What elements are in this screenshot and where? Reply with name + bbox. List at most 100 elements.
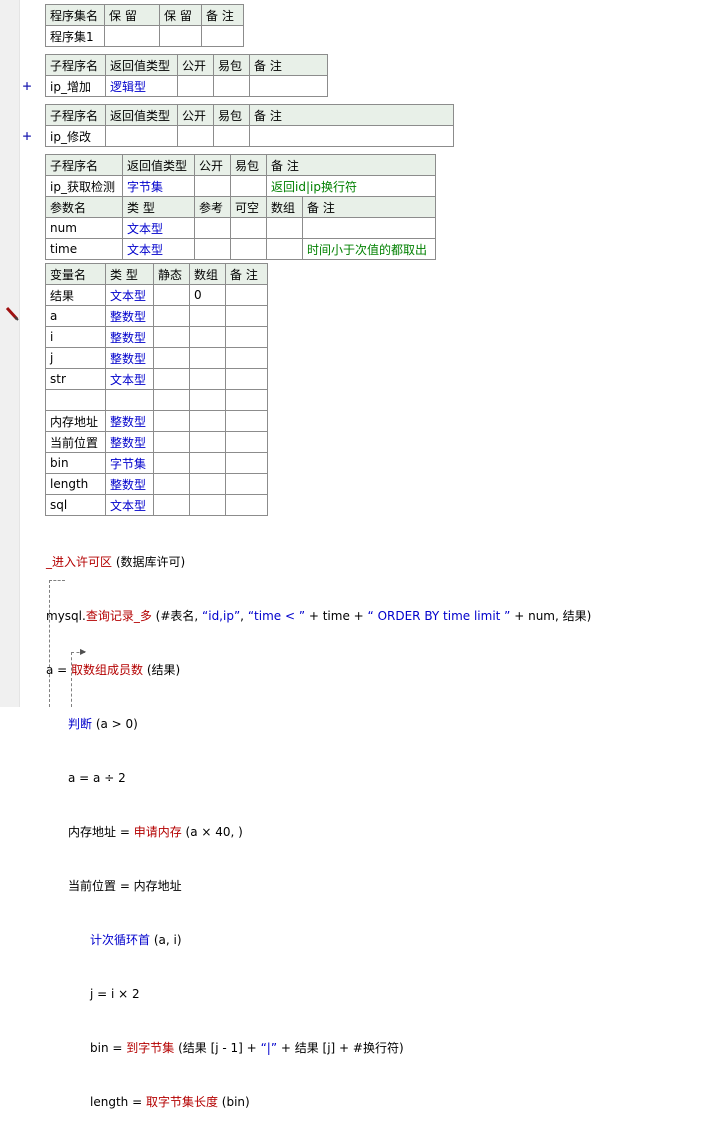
variable-type-cell[interactable]: 文本型: [105, 368, 154, 390]
variable-type-cell[interactable]: 整数型: [105, 473, 154, 495]
variable-row[interactable]: sql 文本型: [45, 494, 268, 516]
cell[interactable]: [201, 25, 244, 47]
cell[interactable]: [153, 326, 190, 348]
cell[interactable]: [189, 305, 226, 327]
sub-name-cell[interactable]: ip_增加: [45, 75, 106, 97]
cell[interactable]: [153, 305, 190, 327]
variable-row[interactable]: [45, 389, 268, 411]
param-name-cell[interactable]: time: [45, 238, 123, 260]
param-type-cell[interactable]: 文本型: [122, 238, 195, 260]
assembly-name-cell[interactable]: 程序集1: [45, 25, 105, 47]
cell[interactable]: [225, 494, 268, 516]
sub-name-cell[interactable]: ip_获取检测: [45, 175, 123, 197]
code-line[interactable]: _进入许可区 (数据库许可): [46, 553, 591, 571]
cell[interactable]: [225, 431, 268, 453]
cell[interactable]: [213, 75, 250, 97]
return-type-cell[interactable]: 逻辑型: [105, 75, 178, 97]
code-line[interactable]: mysql.查询记录_多 (#表名, “id,ip”, “time < ” + …: [46, 607, 591, 625]
code-line[interactable]: 内存地址 = 申请内存 (a × 40, ): [46, 823, 591, 841]
code-line[interactable]: a = 取数组成员数 (结果): [46, 661, 591, 679]
cell[interactable]: [189, 452, 226, 474]
expand-sub1-icon[interactable]: +: [21, 79, 33, 94]
code-line[interactable]: 当前位置 = 内存地址: [46, 877, 591, 895]
cell[interactable]: [153, 431, 190, 453]
cell[interactable]: [225, 410, 268, 432]
variable-row[interactable]: 内存地址 整数型: [45, 410, 268, 432]
param-type-cell[interactable]: 文本型: [122, 217, 195, 239]
code-line[interactable]: a = a ÷ 2: [46, 769, 591, 787]
code-line[interactable]: length = 取字节集长度 (bin): [46, 1093, 591, 1111]
cell[interactable]: [189, 494, 226, 516]
variable-name-cell[interactable]: i: [45, 326, 106, 348]
variable-row[interactable]: 当前位置 整数型: [45, 431, 268, 453]
variable-row[interactable]: a 整数型: [45, 305, 268, 327]
cell[interactable]: [153, 473, 190, 495]
cell[interactable]: [189, 410, 226, 432]
variable-type-cell[interactable]: 整数型: [105, 410, 154, 432]
cell[interactable]: [153, 389, 190, 411]
cell[interactable]: [153, 494, 190, 516]
variable-type-cell[interactable]: [105, 389, 154, 411]
cell[interactable]: [153, 452, 190, 474]
remark-cell[interactable]: 时间小于次值的都取出: [302, 238, 436, 260]
variable-name-cell[interactable]: bin: [45, 452, 106, 474]
cell[interactable]: [213, 125, 250, 147]
param-name-cell[interactable]: num: [45, 217, 123, 239]
variable-name-cell[interactable]: sql: [45, 494, 106, 516]
cell[interactable]: [225, 284, 268, 306]
cell[interactable]: [194, 238, 231, 260]
remark-cell[interactable]: 返回id|ip换行符: [266, 175, 436, 197]
variable-row[interactable]: j 整数型: [45, 347, 268, 369]
cell[interactable]: [266, 238, 303, 260]
code-editor[interactable]: _进入许可区 (数据库许可) mysql.查询记录_多 (#表名, “id,ip…: [46, 517, 591, 1129]
cell[interactable]: [225, 389, 268, 411]
cell[interactable]: [225, 473, 268, 495]
cell[interactable]: [194, 217, 231, 239]
variable-type-cell[interactable]: 文本型: [105, 494, 154, 516]
variable-type-cell[interactable]: 文本型: [105, 284, 154, 306]
variable-name-cell[interactable]: a: [45, 305, 106, 327]
cell[interactable]: [189, 431, 226, 453]
variable-name-cell[interactable]: 内存地址: [45, 410, 106, 432]
variable-row[interactable]: str 文本型: [45, 368, 268, 390]
cell[interactable]: [225, 368, 268, 390]
cell[interactable]: [153, 410, 190, 432]
variable-row[interactable]: length 整数型: [45, 473, 268, 495]
cell[interactable]: [159, 25, 202, 47]
cell[interactable]: [189, 473, 226, 495]
cell[interactable]: [230, 217, 267, 239]
cell[interactable]: [225, 347, 268, 369]
cell[interactable]: [153, 284, 190, 306]
cell[interactable]: [249, 75, 328, 97]
variable-type-cell[interactable]: 整数型: [105, 305, 154, 327]
variable-name-cell[interactable]: 当前位置: [45, 431, 106, 453]
variable-type-cell[interactable]: 整数型: [105, 347, 154, 369]
cell[interactable]: [225, 305, 268, 327]
cell[interactable]: [189, 347, 226, 369]
cell[interactable]: [177, 125, 214, 147]
variable-row[interactable]: 结果 文本型 0: [45, 284, 268, 306]
cell[interactable]: [225, 326, 268, 348]
cell[interactable]: [225, 452, 268, 474]
cell[interactable]: [153, 347, 190, 369]
cell[interactable]: [189, 389, 226, 411]
code-line[interactable]: 计次循环首 (a, i): [46, 931, 591, 949]
cell[interactable]: [302, 217, 436, 239]
expand-sub2-icon[interactable]: +: [21, 129, 33, 144]
return-type-cell[interactable]: [105, 125, 178, 147]
variable-row[interactable]: i 整数型: [45, 326, 268, 348]
code-line[interactable]: 判断 (a > 0): [46, 715, 591, 733]
return-type-cell[interactable]: 字节集: [122, 175, 195, 197]
cell[interactable]: [249, 125, 454, 147]
cell[interactable]: [189, 326, 226, 348]
cell[interactable]: 0: [189, 284, 226, 306]
cell[interactable]: [194, 175, 231, 197]
variable-name-cell[interactable]: str: [45, 368, 106, 390]
cell[interactable]: [230, 238, 267, 260]
cell[interactable]: [177, 75, 214, 97]
variable-type-cell[interactable]: 整数型: [105, 326, 154, 348]
variable-type-cell[interactable]: 整数型: [105, 431, 154, 453]
variable-name-cell[interactable]: j: [45, 347, 106, 369]
cell[interactable]: [153, 368, 190, 390]
cell[interactable]: [266, 217, 303, 239]
